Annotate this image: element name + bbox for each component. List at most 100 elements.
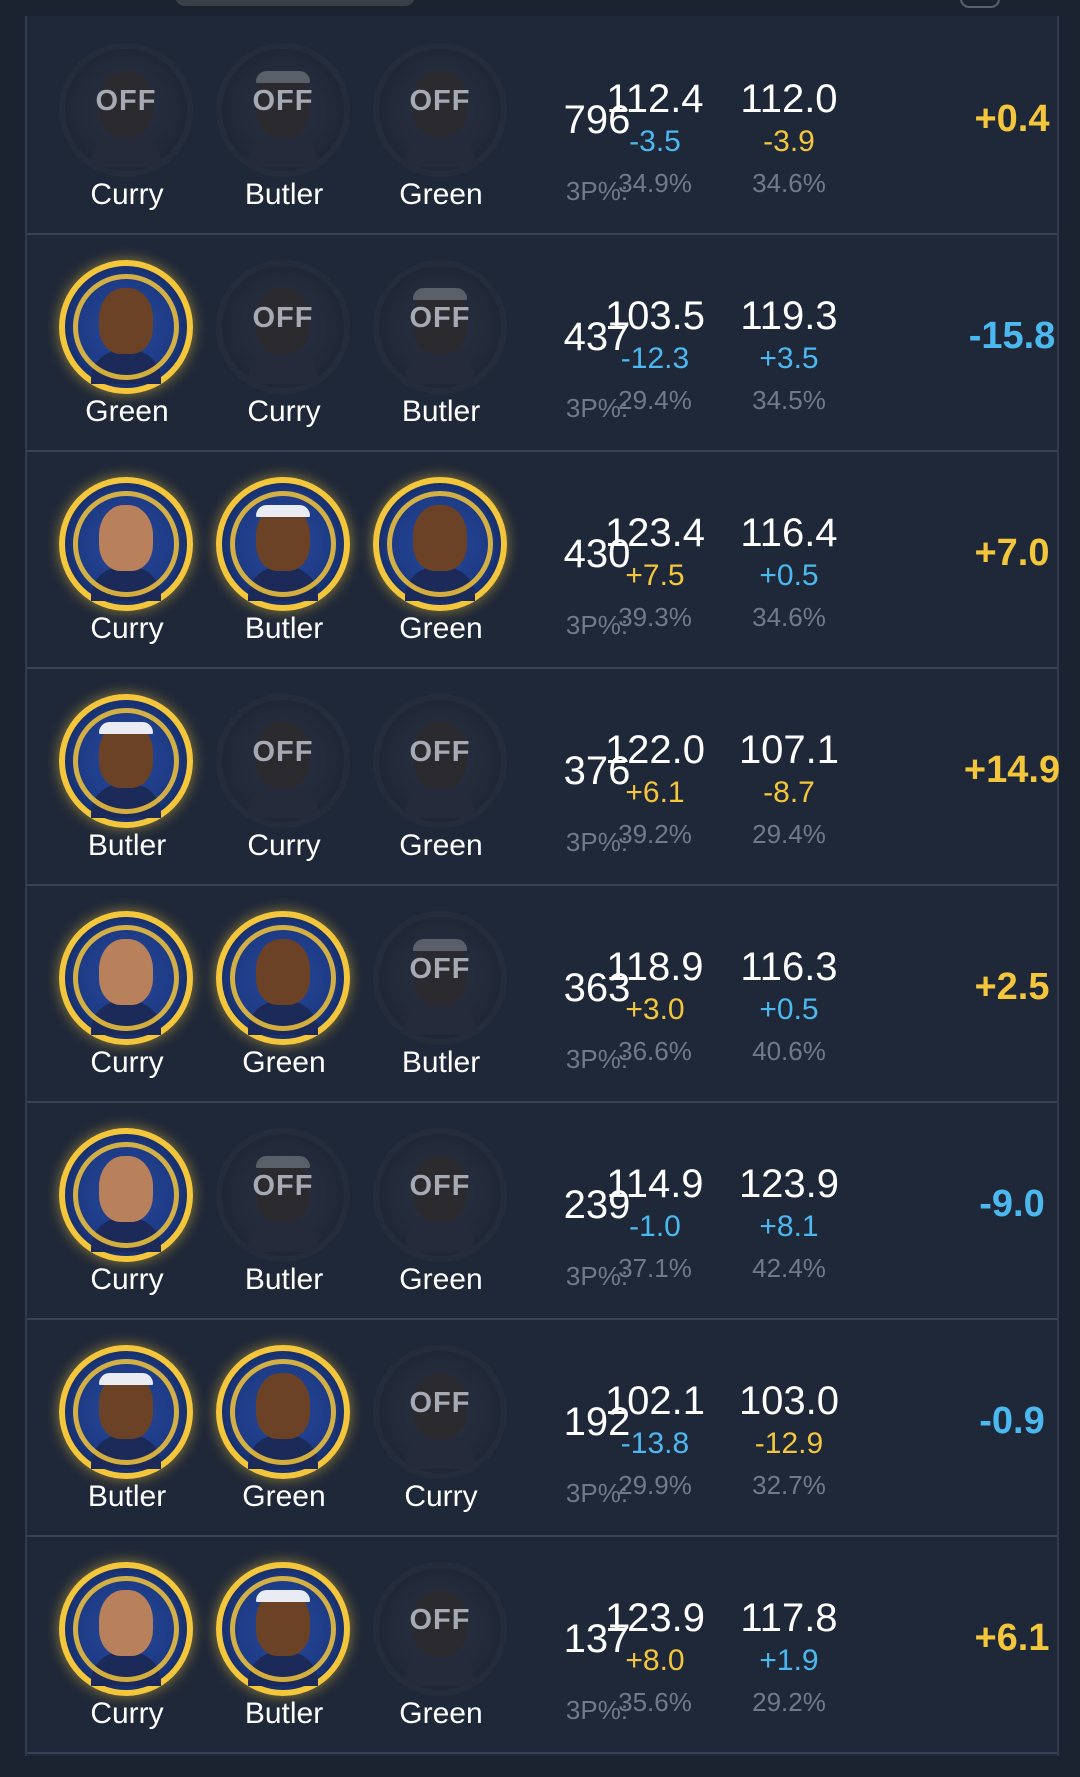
def-three-pct: 40.6% <box>752 1036 826 1066</box>
def-rating-diff: -8.7 <box>763 776 815 809</box>
player-headshot-icon[interactable] <box>216 1562 350 1696</box>
player-off-icon[interactable]: OFF <box>216 1128 350 1262</box>
lineup-player[interactable]: Butler <box>52 1340 202 1515</box>
lineup-player[interactable]: Green <box>366 472 516 647</box>
lineup-player[interactable]: OFF Curry <box>209 689 359 864</box>
player-off-icon[interactable]: OFF <box>59 43 193 177</box>
jersey-shape <box>405 350 475 384</box>
player-headshot-icon[interactable] <box>59 1345 193 1479</box>
def-rating-diff: +3.5 <box>759 342 819 375</box>
def-three-pct: 29.4% <box>752 819 826 849</box>
player-face <box>413 505 467 571</box>
lineup-player[interactable]: Green <box>209 906 359 1081</box>
player-face <box>256 1373 310 1439</box>
def-rating-value: 112.0 <box>740 77 838 121</box>
net-rating: +2.5 <box>974 966 1050 1008</box>
player-off-icon[interactable]: OFF <box>373 43 507 177</box>
lineup-player[interactable]: Butler <box>209 472 359 647</box>
lineup-row[interactable]: OFF Curry OFF Butler OFF Green 796 3P%: 112.4 -3.… <box>27 18 1057 235</box>
off-label: OFF <box>252 736 314 768</box>
lineup-player[interactable]: Butler <box>52 689 202 864</box>
jersey-shape <box>405 1435 475 1469</box>
off-label: OFF <box>252 1170 314 1202</box>
off-rating-value: 103.5 <box>604 294 706 338</box>
player-name: Butler <box>244 1697 324 1730</box>
player-off-icon[interactable]: OFF <box>216 694 350 828</box>
def-rating-value: 116.4 <box>740 511 838 555</box>
off-rating-diff: +3.0 <box>625 993 685 1026</box>
player-off-icon[interactable]: OFF <box>373 1345 507 1479</box>
jersey-shape <box>248 350 318 384</box>
off-three-pct: 29.9% <box>618 1470 692 1500</box>
player-off-icon[interactable]: OFF <box>373 911 507 1045</box>
player-headshot-icon[interactable] <box>59 1562 193 1696</box>
player-off-icon[interactable]: OFF <box>216 43 350 177</box>
lineup-player[interactable]: OFF Curry <box>209 255 359 430</box>
def-rating-value: 107.1 <box>738 728 840 772</box>
player-off-icon[interactable]: OFF <box>373 1128 507 1262</box>
lineup-row[interactable]: Curry OFF Butler OFF Green 239 3P%: 114.9 -1.0 37… <box>27 1103 1057 1320</box>
top-bar <box>0 0 1080 16</box>
defensive-rating: 112.0 -3.9 34.6% <box>724 76 854 204</box>
def-rating-value: 116.3 <box>740 945 838 989</box>
headband <box>256 71 310 83</box>
off-label: OFF <box>409 1170 471 1202</box>
off-rating-value: 123.4 <box>604 511 706 555</box>
def-rating-diff: -3.9 <box>763 125 815 158</box>
player-headshot-icon[interactable] <box>59 477 193 611</box>
lineup-player[interactable]: Curry <box>52 1123 202 1298</box>
player-headshot-icon[interactable] <box>59 260 193 394</box>
player-off-icon[interactable]: OFF <box>373 1562 507 1696</box>
player-headshot-icon[interactable] <box>59 1128 193 1262</box>
lineup-player[interactable]: OFF Curry <box>52 38 202 213</box>
lineup-row[interactable]: Green OFF Curry OFF Butler 437 3P%: 103.5 -12.3 2… <box>27 235 1057 452</box>
player-off-icon[interactable]: OFF <box>216 260 350 394</box>
off-label: OFF <box>409 1387 471 1419</box>
lineup-player[interactable]: OFF Butler <box>366 255 516 430</box>
lineup-player[interactable]: OFF Curry <box>366 1340 516 1515</box>
lineup-player[interactable]: Butler <box>209 1557 359 1732</box>
net-rating: +14.9 <box>963 749 1061 791</box>
player-headshot-icon[interactable] <box>216 911 350 1045</box>
lineup-player[interactable]: Curry <box>52 1557 202 1732</box>
def-three-pct: 42.4% <box>752 1253 826 1283</box>
player-headshot-icon[interactable] <box>216 1345 350 1479</box>
lineup-row[interactable]: Butler Green OFF Curry 192 3P%: 102.1 -13.8 29.9… <box>27 1320 1057 1537</box>
lineup-player[interactable]: OFF Green <box>366 689 516 864</box>
top-right-control[interactable] <box>960 0 1000 8</box>
lineup-row[interactable]: Butler OFF Curry OFF Green 376 3P%: 122.0 +6.1 39… <box>27 669 1060 886</box>
off-label: OFF <box>252 85 314 117</box>
lineup-player[interactable]: Green <box>52 255 202 430</box>
def-rating-value: 123.9 <box>738 1162 840 1206</box>
defensive-rating: 119.3 +3.5 34.5% <box>724 293 854 421</box>
player-name: Butler <box>244 1263 324 1296</box>
headband <box>256 1590 310 1602</box>
lineup-player[interactable]: OFF Butler <box>209 1123 359 1298</box>
player-headshot-icon[interactable] <box>373 477 507 611</box>
lineup-player[interactable]: Curry <box>52 472 202 647</box>
lineup-row[interactable]: Curry Butler Green 430 3P%: 123.4 +7.5 39.3% 116… <box>27 452 1057 669</box>
lineup-player[interactable]: Green <box>209 1340 359 1515</box>
offensive-rating: 123.4 +7.5 39.3% <box>590 510 720 638</box>
player-name: Green <box>399 178 483 211</box>
player-headshot-icon[interactable] <box>59 694 193 828</box>
player-name: Green <box>85 395 169 428</box>
lineup-row[interactable]: Curry Butler OFF Green 137 3P%: 123.9 +8.0 35.6%… <box>27 1537 1057 1754</box>
headband <box>413 288 467 300</box>
lineup-player[interactable]: OFF Green <box>366 38 516 213</box>
lineup-player[interactable]: OFF Butler <box>366 906 516 1081</box>
lineup-player[interactable]: OFF Green <box>366 1557 516 1732</box>
lineup-player[interactable]: OFF Butler <box>209 38 359 213</box>
defensive-rating: 103.0 -12.9 32.7% <box>724 1378 854 1506</box>
player-headshot-icon[interactable] <box>216 477 350 611</box>
lineup-row[interactable]: Curry Green OFF Butler 363 3P%: 118.9 +3.0 36.6%… <box>27 886 1057 1103</box>
off-rating-value: 123.9 <box>604 1596 706 1640</box>
player-off-icon[interactable]: OFF <box>373 694 507 828</box>
headband <box>256 1156 310 1168</box>
top-tab-control[interactable] <box>175 0 415 6</box>
player-off-icon[interactable]: OFF <box>373 260 507 394</box>
net-rating: +6.1 <box>974 1617 1050 1659</box>
lineup-player[interactable]: OFF Green <box>366 1123 516 1298</box>
player-headshot-icon[interactable] <box>59 911 193 1045</box>
lineup-player[interactable]: Curry <box>52 906 202 1081</box>
